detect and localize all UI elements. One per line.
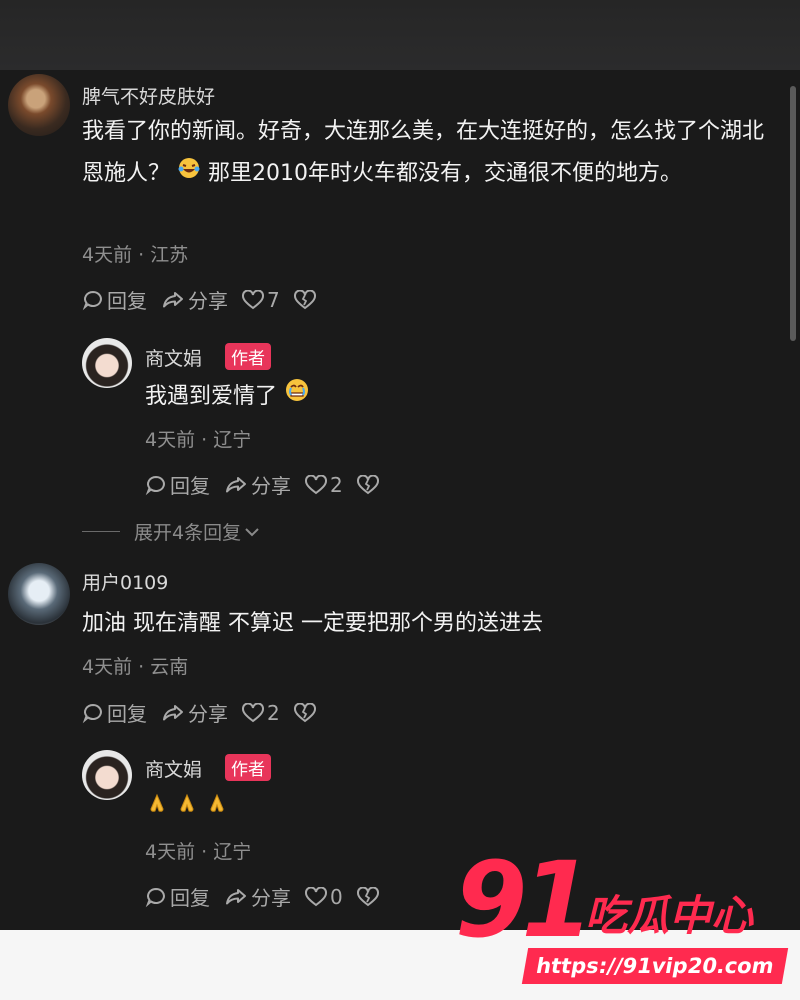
comment-username[interactable]: 用户0109: [82, 568, 168, 595]
reply-icon: [82, 290, 102, 310]
reply-label: 回复: [107, 702, 147, 726]
top-bar: [0, 0, 800, 70]
reply-username[interactable]: 商文娟: [145, 344, 202, 371]
heart-icon: [305, 474, 327, 494]
dislike-button[interactable]: [293, 289, 319, 310]
reply-actions: 回复 分享 0: [145, 882, 396, 911]
share-label: 分享: [188, 702, 228, 726]
dislike-button[interactable]: [293, 702, 319, 723]
broken-heart-icon: [293, 702, 316, 722]
heart-icon: [305, 886, 327, 906]
reply-meta: 4天前 · 辽宁: [145, 429, 252, 451]
share-icon: [163, 704, 183, 720]
heart-icon: [242, 289, 264, 309]
dislike-button[interactable]: [356, 474, 382, 495]
reply-button[interactable]: 回复: [145, 470, 210, 499]
like-count: 0: [330, 884, 343, 909]
share-label: 分享: [251, 886, 291, 910]
reply-actions: 回复 分享 2: [145, 470, 396, 499]
laughing-crying-emoji: [177, 153, 201, 195]
comment-text: 我看了你的新闻。好奇，大连那么美，在大连挺好的，怎么找了个湖北恩施人？ 那里20…: [82, 111, 772, 195]
share-button[interactable]: 分享: [161, 285, 228, 314]
teary-emoji: [284, 376, 310, 418]
broken-heart-icon: [356, 474, 379, 494]
dislike-button[interactable]: [356, 886, 382, 907]
comment-actions: 回复 分享 7: [82, 285, 333, 314]
reply-text: 我遇到爱情了: [145, 376, 310, 418]
share-button[interactable]: 分享: [224, 470, 291, 499]
reply-button[interactable]: 回复: [82, 285, 147, 314]
broken-heart-icon: [356, 886, 379, 906]
comment-list[interactable]: [0, 70, 800, 930]
share-icon: [163, 291, 183, 307]
like-count: 2: [330, 472, 343, 497]
reply-username[interactable]: 商文娟: [145, 755, 202, 782]
like-button[interactable]: 2: [305, 473, 343, 497]
expand-replies-button[interactable]: 展开4条回复: [82, 518, 261, 545]
share-label: 分享: [251, 474, 291, 498]
divider: [82, 531, 120, 532]
author-avatar[interactable]: [82, 750, 132, 800]
comment-meta: 4天前 · 江苏: [82, 244, 189, 266]
share-label: 分享: [188, 289, 228, 313]
expand-label: 展开4条回复: [134, 522, 242, 544]
share-icon: [226, 888, 246, 904]
avatar[interactable]: [8, 563, 70, 625]
praying-hands-emoji: [145, 788, 169, 830]
avatar[interactable]: [8, 74, 70, 136]
like-button[interactable]: 0: [305, 885, 343, 909]
heart-icon: [242, 702, 264, 722]
reply-icon: [145, 887, 165, 907]
like-button[interactable]: 2: [242, 701, 280, 725]
share-button[interactable]: 分享: [224, 882, 291, 911]
praying-hands-emoji: [175, 788, 199, 830]
scrollbar[interactable]: [790, 86, 796, 341]
reply-button[interactable]: 回复: [145, 882, 210, 911]
share-icon: [226, 476, 246, 492]
watermark-number: 91: [455, 839, 594, 961]
reply-icon: [145, 475, 165, 495]
broken-heart-icon: [293, 289, 316, 309]
chevron-down-icon: [245, 527, 259, 536]
share-button[interactable]: 分享: [161, 698, 228, 727]
like-count: 2: [267, 700, 280, 725]
author-badge: 作者: [225, 343, 271, 370]
watermark-name: 吃瓜中心: [585, 891, 754, 940]
like-count: 7: [267, 287, 280, 312]
reply-text-content: 我遇到爱情了: [145, 384, 278, 409]
author-badge: 作者: [225, 754, 271, 781]
reply-text: [145, 788, 229, 830]
reply-button[interactable]: 回复: [82, 698, 147, 727]
reply-label: 回复: [170, 886, 210, 910]
comment-username[interactable]: 脾气不好皮肤好: [82, 82, 215, 109]
reply-label: 回复: [107, 289, 147, 313]
like-button[interactable]: 7: [242, 288, 280, 312]
reply-meta: 4天前 · 辽宁: [145, 841, 252, 863]
praying-hands-emoji: [205, 788, 229, 830]
reply-icon: [82, 703, 102, 723]
comment-actions: 回复 分享 2: [82, 698, 333, 727]
comment-text: 加油 现在清醒 不算迟 一定要把那个男的送进去: [82, 611, 543, 636]
watermark-url: https://91vip20.com: [521, 948, 789, 984]
author-avatar[interactable]: [82, 338, 132, 388]
comment-text-part2: 那里2010年时火车都没有，交通很不便的地方。: [208, 161, 683, 186]
reply-label: 回复: [170, 474, 210, 498]
comment-meta: 4天前 · 云南: [82, 656, 189, 678]
